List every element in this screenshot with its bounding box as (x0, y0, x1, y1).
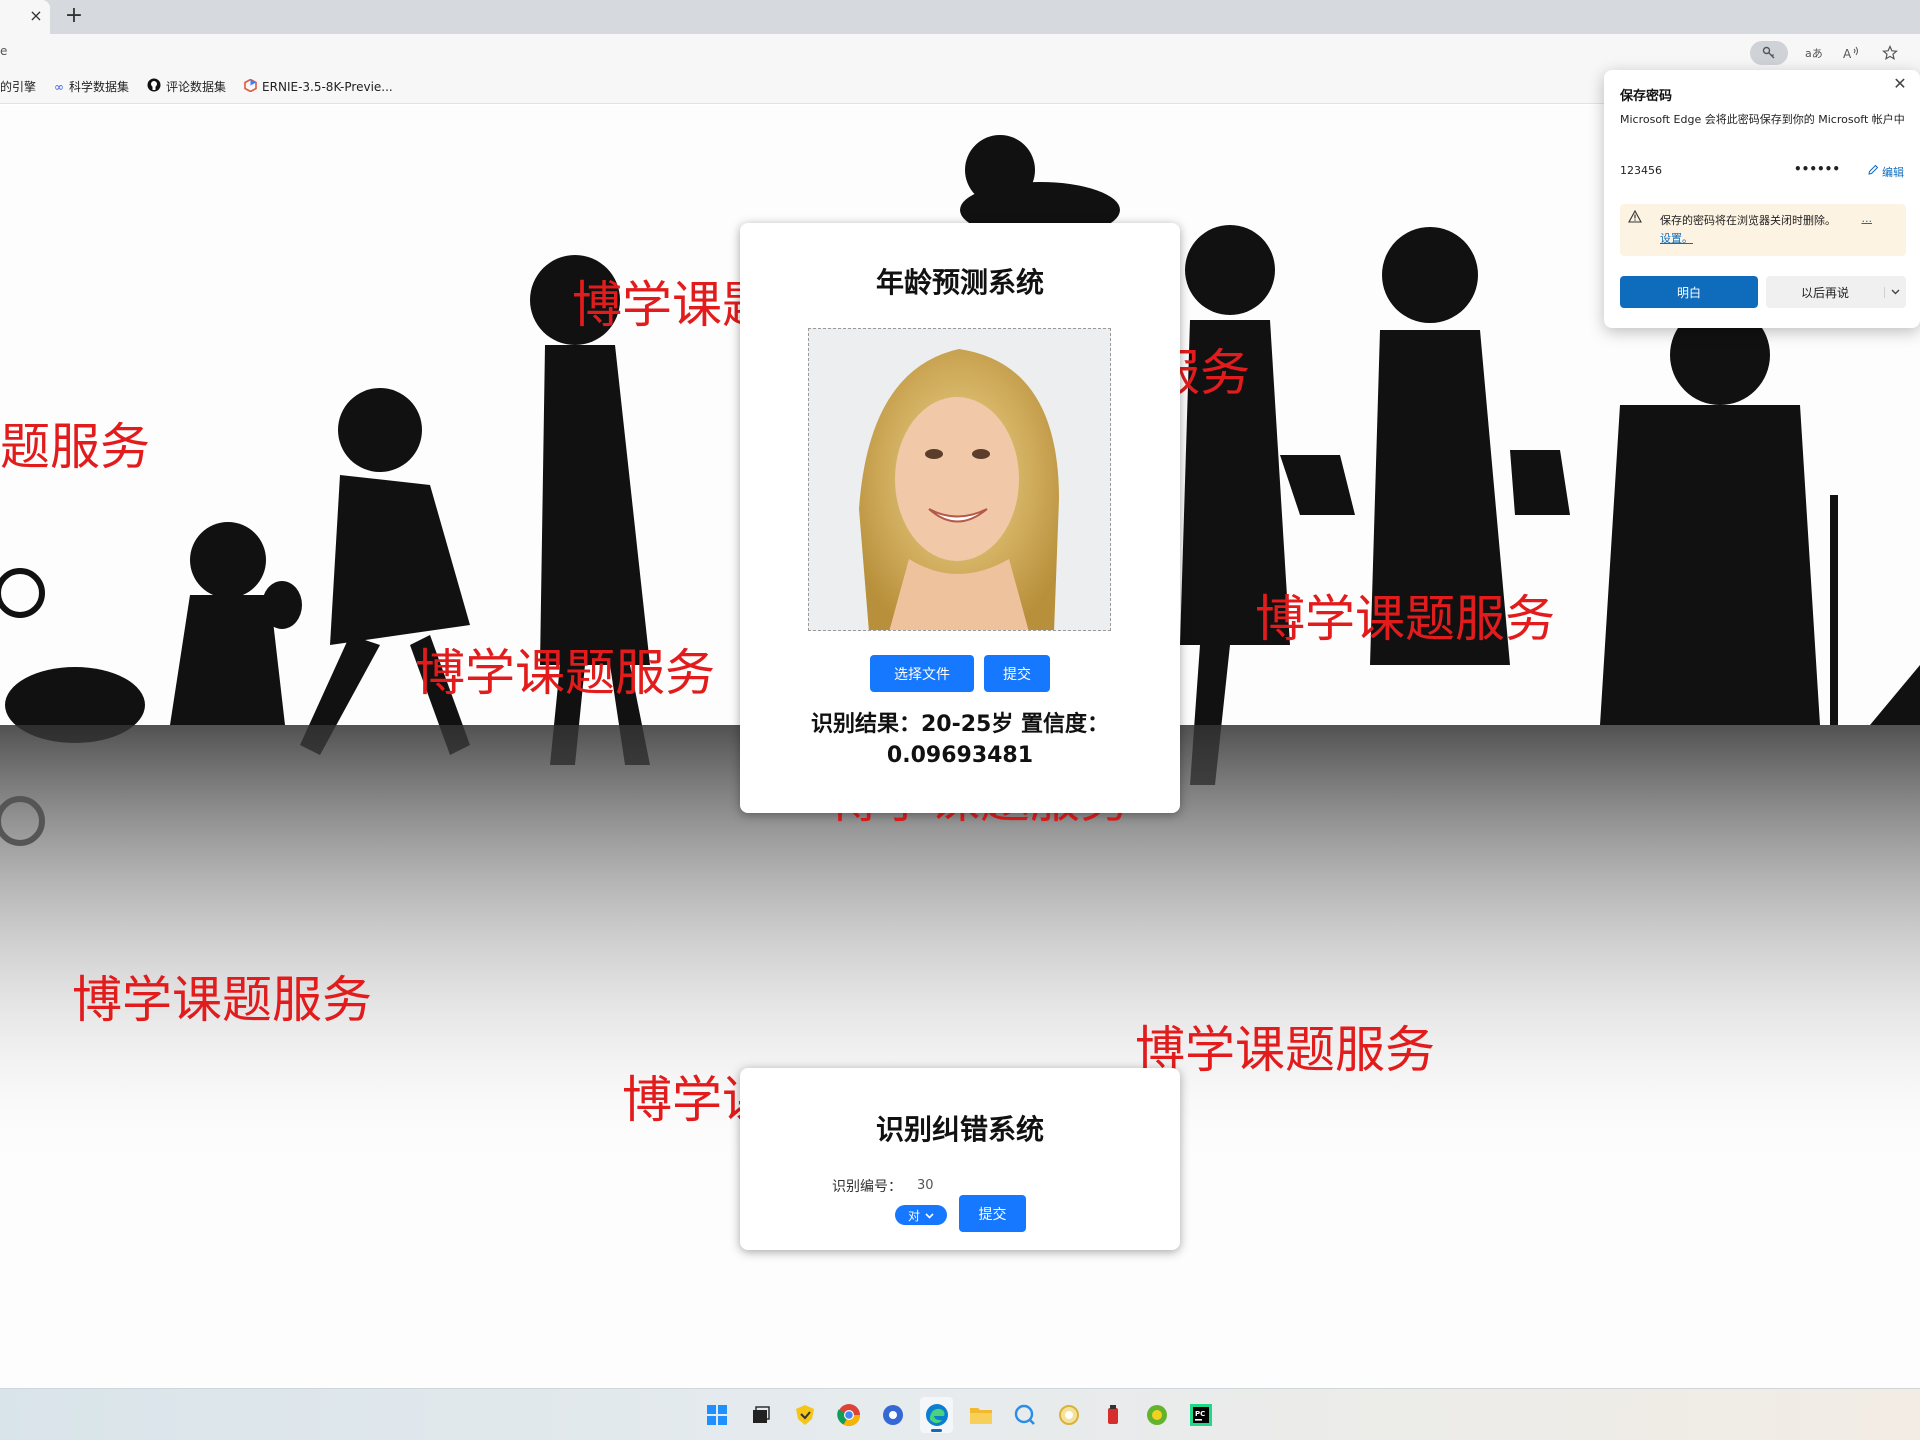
green-app-icon[interactable] (1140, 1397, 1173, 1433)
browser-circle-icon[interactable] (876, 1397, 909, 1433)
saved-username: 123456 (1620, 164, 1662, 177)
toolbar-icons: aあ A (1750, 41, 1902, 65)
bookmark-science-datasets[interactable]: ∞ 科学数据集 (54, 78, 129, 95)
bookmark-label: 科学数据集 (69, 80, 130, 94)
address-toolbar: e aあ A (0, 34, 1920, 70)
prediction-confidence-value: 0.09693481 (886, 743, 1034, 768)
settings-link[interactable]: 设置。 (1660, 230, 1693, 246)
popup-title: 保存密码 (1620, 89, 1673, 104)
new-tab-icon[interactable]: + (62, 4, 86, 28)
edge-icon[interactable] (920, 1397, 953, 1433)
correctness-select-value: 对 (907, 1208, 920, 1223)
watermark-text: 题服务 (0, 418, 150, 476)
bookmark-label: ERNIE-3.5-8K-Previe... (262, 79, 393, 94)
watermark-text: 博学课题服务 (1135, 1021, 1435, 1079)
weather-icon[interactable] (1052, 1397, 1085, 1433)
age-submit-button[interactable]: 提交 (984, 655, 1050, 692)
age-card-title: 年龄预测系统 (875, 266, 1044, 299)
watermark-text: 博学课题服务 (72, 971, 372, 1029)
chevron-down-icon (925, 1208, 934, 1222)
task-view-icon[interactable] (744, 1397, 777, 1433)
uploaded-photo-preview[interactable] (808, 328, 1111, 631)
prediction-result-line1: 识别结果：20-25岁 置信度： (810, 712, 1110, 737)
browser-tab[interactable]: × (0, 0, 50, 34)
saved-password-mask: •••••• (1794, 162, 1841, 176)
tab-strip: × + (0, 0, 1920, 34)
taskbar-icons: PC (700, 1397, 1217, 1433)
chevron-down-icon[interactable] (1884, 286, 1906, 298)
recognition-id-input[interactable]: 30 (917, 1178, 934, 1193)
correction-card: 识别纠错系统 识别编号： 30 对 提交 (740, 1068, 1180, 1250)
security-shield-icon[interactable] (788, 1397, 821, 1433)
not-now-button[interactable]: 以后再说 (1766, 276, 1906, 308)
favorite-star-icon[interactable] (1878, 41, 1902, 65)
tab-close-icon[interactable]: × (26, 6, 46, 26)
choose-file-button[interactable]: 选择文件 (870, 655, 974, 692)
popup-description: Microsoft Edge 会将此密码保存到你的 Microsoft 帐户中 (1620, 113, 1905, 126)
infinity-icon: ∞ (54, 79, 65, 94)
bookmark-ernie[interactable]: ERNIE-3.5-8K-Previe... (244, 78, 393, 95)
save-password-popup: 保存密码 ✕ Microsoft Edge 会将此密码保存到你的 Microso… (1604, 70, 1920, 328)
watermark-text: 博学课题服务 (1255, 590, 1555, 648)
bookmark-label: 的引擎 (0, 80, 37, 94)
warning-more-link[interactable]: ... (1862, 212, 1873, 225)
watermark-text: 博学课题服务 (415, 644, 715, 702)
file-explorer-icon[interactable] (964, 1397, 997, 1433)
svg-text:A: A (1843, 47, 1852, 60)
warning-text: 保存的密码将在浏览器关闭时删除。 (1660, 214, 1836, 227)
age-prediction-card: 年龄预测系统 选择文件 提交 识别结果：20-25岁 置信度： 0.096934… (740, 223, 1180, 813)
bookmark-review-datasets[interactable]: 评论数据集 (147, 78, 226, 96)
correction-submit-button[interactable]: 提交 (959, 1195, 1026, 1232)
svg-text:aあ: aあ (1805, 47, 1823, 60)
portrait-photo (809, 329, 1110, 630)
chat-search-icon[interactable] (1008, 1397, 1041, 1433)
windows-start-icon[interactable] (700, 1397, 733, 1433)
svg-text:PC: PC (1195, 1410, 1205, 1418)
ernie-icon (244, 78, 257, 95)
chrome-icon[interactable] (832, 1397, 865, 1433)
address-bar[interactable]: e (0, 44, 7, 58)
pencil-icon (1868, 164, 1879, 180)
correctness-select[interactable]: 对 (895, 1205, 947, 1225)
github-icon (147, 78, 161, 96)
not-now-label: 以后再说 (1800, 285, 1849, 300)
close-icon[interactable]: ✕ (1890, 74, 1910, 94)
edit-label: 编辑 (1882, 166, 1904, 179)
red-app-icon[interactable] (1096, 1397, 1129, 1433)
key-icon[interactable] (1750, 41, 1788, 65)
windows-taskbar: PC (0, 1388, 1920, 1440)
pycharm-icon[interactable]: PC (1184, 1397, 1217, 1433)
edit-link[interactable]: 编辑 (1868, 164, 1904, 180)
correction-card-title: 识别纠错系统 (875, 1113, 1044, 1146)
bookmark-search-engine[interactable]: 的引擎 (0, 78, 36, 95)
recognition-id-label: 识别编号： (832, 1179, 902, 1195)
immersive-reader-icon[interactable]: A (1840, 41, 1864, 65)
got-it-button[interactable]: 明白 (1620, 276, 1758, 308)
read-aloud-icon[interactable]: aあ (1802, 41, 1826, 65)
bookmark-label: 评论数据集 (166, 80, 227, 94)
warning-icon (1628, 209, 1642, 227)
password-warning-box: 保存的密码将在浏览器关闭时删除。 ... 设置。 (1620, 204, 1906, 256)
